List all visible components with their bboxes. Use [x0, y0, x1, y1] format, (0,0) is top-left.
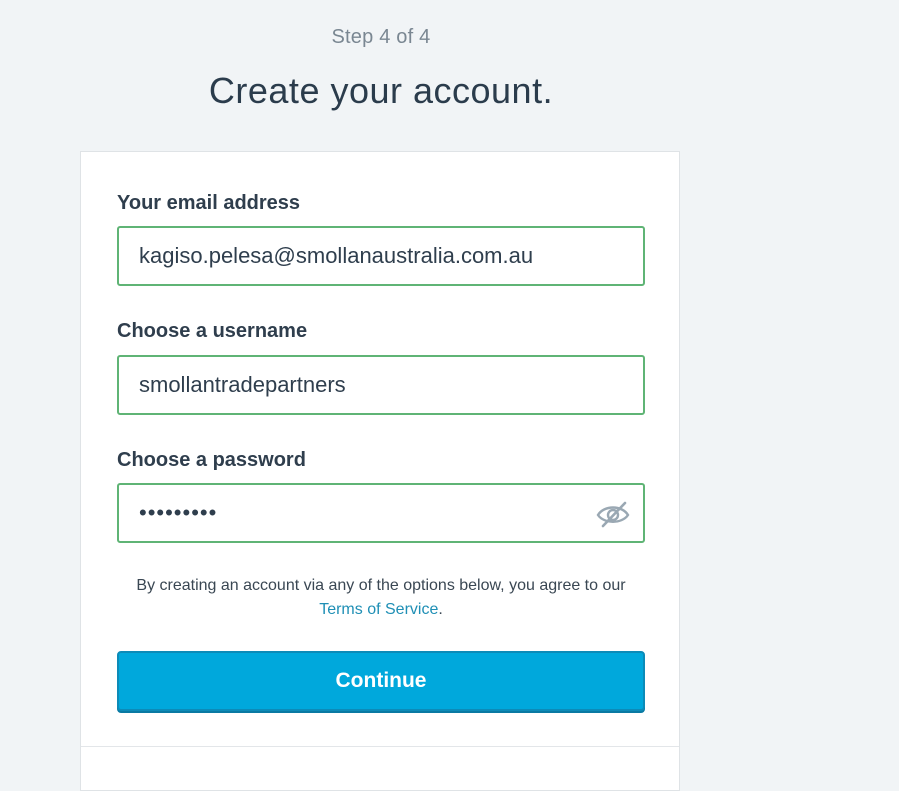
- password-field[interactable]: [139, 485, 579, 541]
- step-indicator: Step 4 of 4: [331, 26, 431, 48]
- signup-card: Your email address Choose a username Cho…: [80, 151, 680, 791]
- eye-slash-icon[interactable]: [595, 497, 631, 529]
- terms-text: By creating an account via any of the op…: [136, 577, 626, 594]
- terms-notice: By creating an account via any of the op…: [117, 574, 645, 622]
- card-divider: [81, 746, 679, 747]
- email-field[interactable]: [139, 228, 579, 284]
- continue-button[interactable]: Continue: [117, 651, 645, 711]
- email-field-wrapper: [117, 226, 645, 286]
- password-label: Choose a password: [117, 449, 306, 471]
- page-title: Create your account.: [208, 70, 554, 111]
- username-field[interactable]: [139, 357, 579, 413]
- terms-period: .: [438, 601, 443, 618]
- terms-of-service-link[interactable]: Terms of Service: [319, 601, 438, 618]
- email-label: Your email address: [117, 192, 301, 214]
- username-label: Choose a username: [117, 320, 308, 342]
- password-field-wrapper: [117, 483, 645, 543]
- username-field-wrapper: [117, 355, 645, 415]
